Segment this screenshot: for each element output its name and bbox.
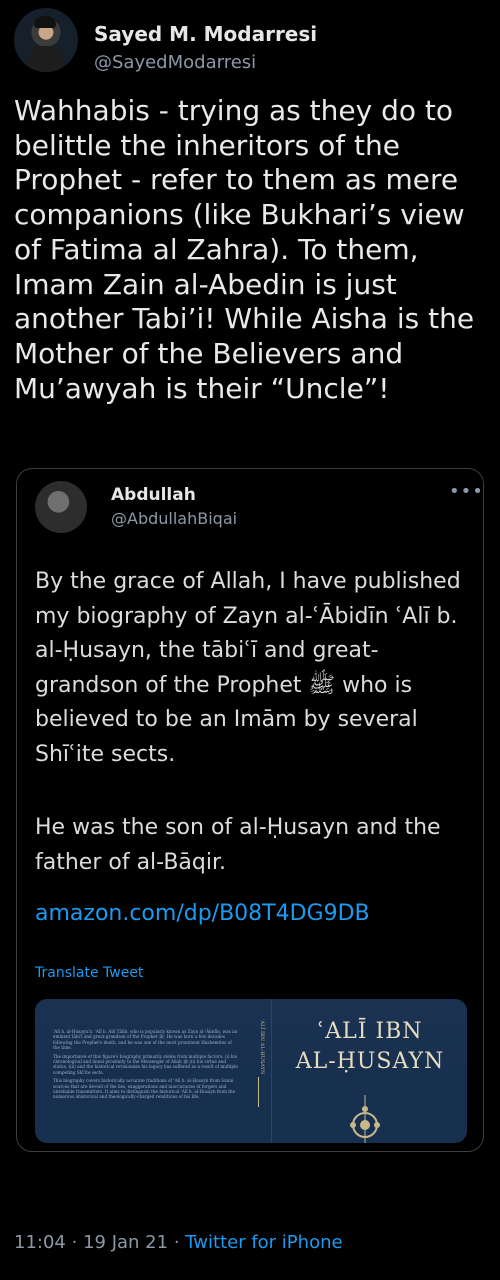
book-spine-text: ʿALĪ IBN AL-ḤUSAYN xyxy=(259,1019,265,1075)
ornament-icon xyxy=(350,1095,380,1143)
spine-divider xyxy=(258,1077,259,1107)
author-avatar[interactable] xyxy=(14,8,78,72)
blurb-paragraph: ʿAlī b. al-Ḥusayn b. ʿAlī b. Abī Ṭālib, … xyxy=(53,1029,238,1051)
author-name[interactable]: Sayed M. Modarresi xyxy=(94,22,317,46)
quoted-text-paragraph-2: He was the son of al-Ḥusayn and the fath… xyxy=(35,815,441,875)
book-title-line-1: ʿALĪ IBN xyxy=(317,1019,423,1044)
tweet-footer: 11:04 · 19 Jan 21 · Twitter for iPhone xyxy=(14,1232,343,1253)
quoted-author-name[interactable]: Abdullah xyxy=(111,485,196,505)
quoted-text-paragraph-1: By the grace of Allah, I have published … xyxy=(35,569,461,767)
quoted-author-handle[interactable]: @AbdullahBiqai xyxy=(111,509,237,528)
author-handle[interactable]: @SayedModarresi xyxy=(94,52,256,73)
tweet-date[interactable]: 19 Jan 21 xyxy=(83,1232,168,1253)
blurb-paragraph: This biography covers historically accur… xyxy=(53,1078,236,1100)
tweet-header: Sayed M. Modarresi @SayedModarresi xyxy=(14,8,486,73)
amazon-link[interactable]: amazon.com/dp/B08T4DG9DB xyxy=(35,901,370,926)
tweet-text: Wahhabis - trying as they do to belittle… xyxy=(14,94,475,405)
cover-fold-line xyxy=(271,999,272,1143)
blurb-paragraph: The importance of this figure's biograph… xyxy=(53,1053,238,1075)
quoted-author-avatar[interactable] xyxy=(35,481,87,533)
tweet-source-app[interactable]: Twitter for iPhone xyxy=(185,1232,342,1253)
avatar-turban-shape xyxy=(34,16,56,28)
book-back-cover-blurb: ʿAlī b. al-Ḥusayn b. ʿAlī b. Abī Ṭālib, … xyxy=(53,1029,239,1139)
more-options-icon[interactable]: ••• xyxy=(449,481,484,502)
book-title-line-2: AL-ḤUSAYN xyxy=(295,1049,445,1074)
translate-tweet-link[interactable]: Translate Tweet xyxy=(35,965,143,981)
separator-dot: · xyxy=(173,1232,180,1253)
quoted-tweet[interactable]: Abdullah @AbdullahBiqai ••• By the grace… xyxy=(16,468,484,1152)
separator-dot: · xyxy=(71,1232,78,1253)
avatar-robe-shape xyxy=(28,46,64,72)
book-cover-image[interactable]: ʿAlī b. al-Ḥusayn b. ʿAlī b. Abī Ṭālib, … xyxy=(35,999,467,1143)
tweet-time[interactable]: 11:04 xyxy=(14,1232,66,1253)
